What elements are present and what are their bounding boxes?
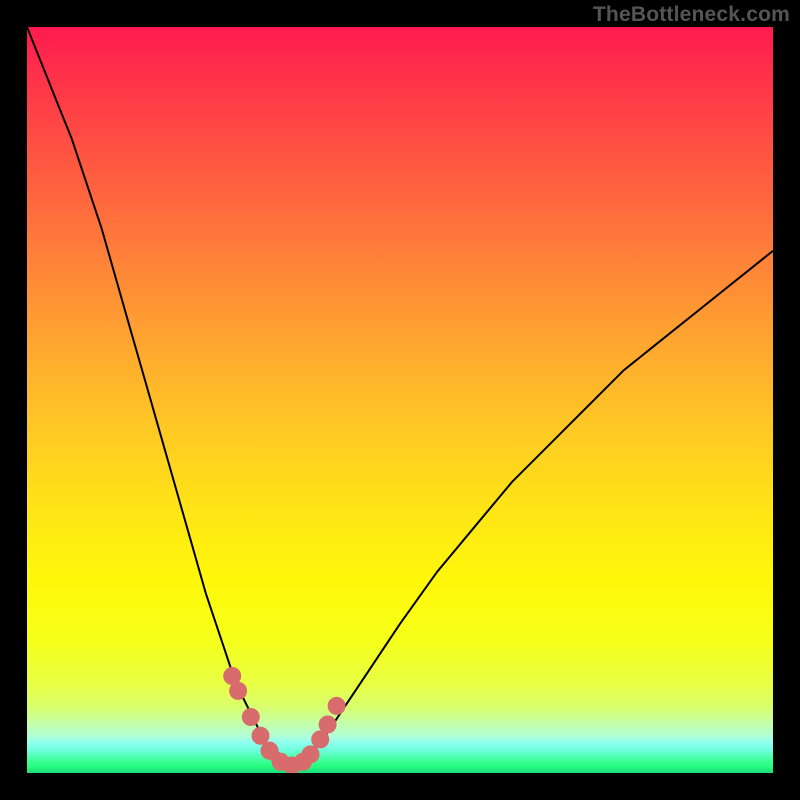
marker-point: [312, 731, 329, 748]
marker-point: [252, 727, 269, 744]
marker-point: [319, 716, 336, 733]
bottleneck-curve: [27, 27, 773, 766]
watermark-text: TheBottleneck.com: [593, 3, 790, 27]
marker-group: [224, 668, 345, 774]
marker-point: [328, 697, 345, 714]
marker-point: [242, 709, 259, 726]
chart-svg: [27, 27, 773, 773]
plot-area: [27, 27, 773, 773]
marker-point: [302, 746, 319, 763]
chart-frame: TheBottleneck.com: [0, 0, 800, 800]
marker-point: [230, 682, 247, 699]
